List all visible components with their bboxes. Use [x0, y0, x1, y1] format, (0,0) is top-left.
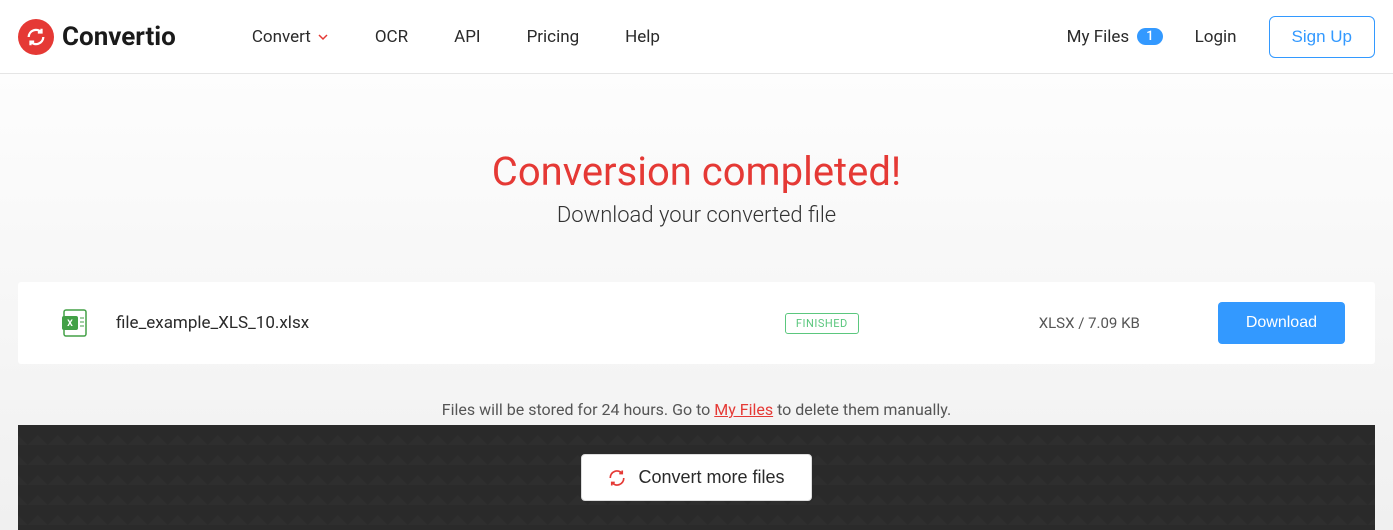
nav-api[interactable]: API	[454, 27, 480, 47]
nav-my-files[interactable]: My Files 1	[1067, 27, 1163, 47]
convert-more-button[interactable]: Convert more files	[581, 454, 811, 501]
footer-bar: Convert more files	[18, 425, 1375, 530]
header-right: My Files 1 Login Sign Up	[1067, 16, 1375, 58]
nav-ocr[interactable]: OCR	[375, 27, 408, 47]
info-suffix: to delete them manually.	[773, 400, 951, 419]
page-subtitle: Download your converted file	[0, 203, 1393, 228]
my-files-label: My Files	[1067, 27, 1130, 47]
status-badge: FINISHED	[785, 313, 859, 334]
chevron-down-icon	[317, 31, 329, 43]
nav-pricing[interactable]: Pricing	[527, 27, 580, 47]
file-row: X file_example_XLS_10.xlsx FINISHED XLSX…	[18, 282, 1375, 364]
file-name: file_example_XLS_10.xlsx	[116, 313, 785, 333]
xlsx-file-icon: X	[62, 308, 88, 338]
page-title: Conversion completed!	[0, 148, 1393, 195]
file-meta: XLSX / 7.09 KB	[1039, 314, 1140, 332]
nav-convert-label: Convert	[252, 27, 311, 47]
info-prefix: Files will be stored for 24 hours. Go to	[442, 400, 714, 419]
convert-more-label: Convert more files	[638, 467, 784, 488]
logo-text: Convertio	[62, 22, 176, 52]
signup-button[interactable]: Sign Up	[1269, 16, 1375, 58]
svg-text:X: X	[67, 319, 73, 329]
logo[interactable]: Convertio	[18, 19, 176, 55]
nav-help[interactable]: Help	[625, 27, 660, 47]
title-section: Conversion completed! Download your conv…	[0, 74, 1393, 228]
login-link[interactable]: Login	[1195, 27, 1237, 47]
header: Convertio Convert OCR API Pricing Help M…	[0, 0, 1393, 74]
download-button[interactable]: Download	[1218, 302, 1345, 344]
logo-icon	[18, 19, 54, 55]
nav-convert[interactable]: Convert	[252, 27, 329, 47]
main-content: Conversion completed! Download your conv…	[0, 74, 1393, 530]
info-text: Files will be stored for 24 hours. Go to…	[0, 400, 1393, 419]
my-files-badge: 1	[1137, 28, 1162, 45]
refresh-icon	[608, 469, 626, 487]
my-files-link[interactable]: My Files	[714, 400, 773, 419]
nav: Convert OCR API Pricing Help	[252, 27, 660, 47]
